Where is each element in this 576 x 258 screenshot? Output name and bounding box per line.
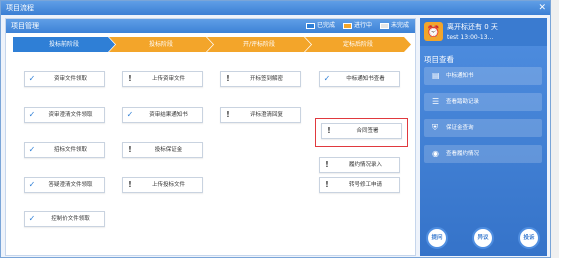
- status-legend: 已完成 进行中 未完成: [305, 19, 409, 33]
- task-card[interactable]: ! 上传投标文件: [122, 177, 203, 193]
- project-management-panel: 项目管理 已完成 进行中 未完成 投标前阶段 投标阶段 开/评标阶段 定标后阶段…: [5, 18, 416, 256]
- complaint-button[interactable]: 投诉: [518, 227, 540, 249]
- check-icon: ✓: [28, 180, 36, 189]
- legend-in-progress: 进行中: [342, 19, 372, 33]
- shield-icon: ⛨: [432, 123, 438, 132]
- phase-opening-evaluation[interactable]: 开/评标阶段: [207, 37, 311, 52]
- task-card[interactable]: ✓ 控制价文件领取: [24, 211, 105, 227]
- award-notice-button[interactable]: ▤ 中标通知书: [424, 67, 542, 85]
- exclamation-icon: !: [325, 180, 329, 189]
- list-icon: ☰: [432, 97, 440, 106]
- check-icon: ✓: [28, 214, 36, 223]
- task-card[interactable]: ✓ 招标文件领取: [24, 142, 105, 158]
- countdown-time: test 13:00-13...: [447, 34, 494, 41]
- exclamation-icon: !: [327, 126, 331, 135]
- task-card-contract-signing[interactable]: ! 合同签署: [321, 123, 402, 139]
- phase-bar: 投标前阶段 投标阶段 开/评标阶段 定标后阶段: [13, 37, 411, 52]
- task-card[interactable]: ✓ 资审文件领取: [24, 71, 105, 87]
- task-card[interactable]: ! 开标签到解密: [220, 71, 301, 87]
- check-icon: ✓: [28, 145, 36, 154]
- panel-title: 项目管理: [11, 22, 39, 30]
- objection-button[interactable]: 异议: [472, 227, 494, 249]
- task-card[interactable]: ! 履约情况录入: [319, 157, 400, 173]
- legend-not-done: 未完成: [379, 19, 409, 33]
- window-titlebar: 项目流程 ✕: [1, 1, 550, 15]
- eye-icon: ◉: [432, 149, 439, 158]
- task-card[interactable]: ✓ 答疑澄清文件领取: [24, 177, 105, 193]
- countdown-box: ⏰ 离开标还有 0 天 test 13:00-13...: [420, 18, 547, 46]
- ask-question-button[interactable]: 提问: [426, 227, 448, 249]
- exclamation-icon: !: [128, 145, 132, 154]
- window-title: 项目流程: [6, 4, 34, 12]
- exclamation-icon: !: [128, 74, 132, 83]
- document-icon: ▤: [432, 71, 440, 80]
- exclamation-icon: !: [226, 110, 230, 119]
- exclamation-icon: !: [128, 180, 132, 189]
- check-icon: ✓: [323, 74, 331, 83]
- task-card[interactable]: ! 上传资审文件: [122, 71, 203, 87]
- exclamation-icon: !: [226, 74, 230, 83]
- project-flow-window: 项目流程 ✕ 项目管理 已完成 进行中 未完成 投标前阶段 投标阶段 开/评标阶…: [0, 0, 551, 258]
- phase-post-award[interactable]: 定标后阶段: [305, 37, 411, 52]
- phase-bidding[interactable]: 投标阶段: [109, 37, 213, 52]
- legend-done: 已完成: [305, 19, 335, 33]
- deposit-query-button[interactable]: ⛨ 保证金查询: [424, 119, 542, 137]
- performance-view-button[interactable]: ◉ 查看履约情况: [424, 145, 542, 163]
- alarm-clock-icon: ⏰: [424, 22, 443, 41]
- task-card[interactable]: ! 投标保证金: [122, 142, 203, 158]
- site-visit-record-button[interactable]: ☰ 查看踏勘记录: [424, 93, 542, 111]
- exclamation-icon: !: [325, 160, 329, 169]
- task-card[interactable]: ! 评标澄清回复: [220, 107, 301, 123]
- phase-pre-bid[interactable]: 投标前阶段: [13, 37, 115, 52]
- check-icon: ✓: [28, 74, 36, 83]
- panel-header: 项目管理 已完成 进行中 未完成: [6, 19, 415, 33]
- vertical-scrollbar[interactable]: [551, 0, 559, 258]
- check-icon: ✓: [126, 110, 134, 119]
- sidebar: ⏰ 离开标还有 0 天 test 13:00-13... 项目查看 ▤ 中标通知书…: [420, 18, 547, 256]
- countdown-text: 离开标还有 0 天: [447, 23, 498, 31]
- close-icon[interactable]: ✕: [538, 1, 546, 15]
- task-card[interactable]: ! 转号修工申请: [319, 177, 400, 193]
- sidebar-section-title: 项目查看: [424, 55, 454, 64]
- check-icon: ✓: [28, 110, 36, 119]
- task-card[interactable]: ✓ 资审结果通知书: [122, 107, 203, 123]
- task-card[interactable]: ✓ 资审澄清文件领取: [24, 107, 105, 123]
- task-card[interactable]: ✓ 中标通知书查看: [319, 71, 400, 87]
